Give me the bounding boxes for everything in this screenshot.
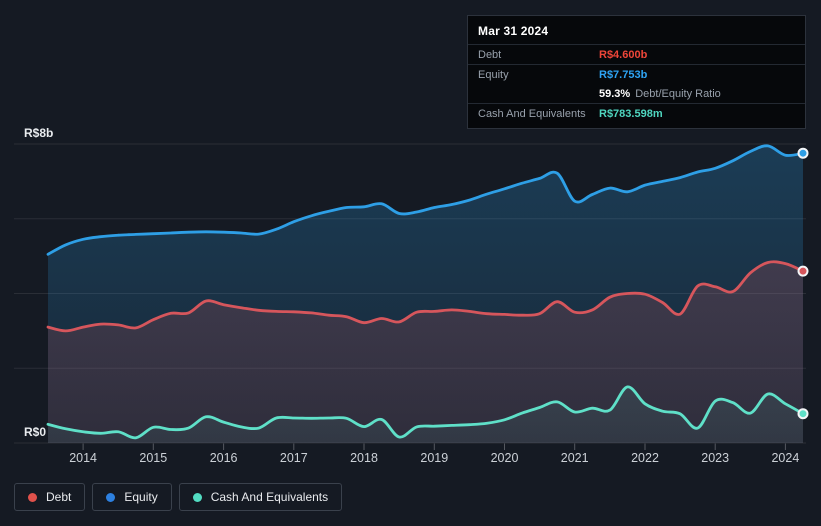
x-tick-label: 2022 [631,451,659,465]
tooltip-date: Mar 31 2024 [478,24,549,38]
x-tick-label: 2016 [210,451,238,465]
cash-dot-icon [192,492,202,502]
tooltip-cash-row: Cash And Equivalents R$783.598m [468,103,805,123]
tooltip-debt-row: Debt R$4.600b [468,44,805,64]
x-tick-label: 2014 [69,451,97,465]
legend-item-cash[interactable]: Cash And Equivalents [178,483,343,511]
tooltip-equity-row: Equity R$7.753b [468,64,805,84]
legend-debt-label: Debt [46,490,72,504]
legend-cash-label: Cash And Equivalents [210,490,329,504]
chart-legend: Debt Equity Cash And Equivalents [14,483,343,511]
chart-tooltip: Mar 31 2024 Debt R$4.600b Equity R$7.753… [467,15,806,129]
tooltip-cash-value: R$783.598m [599,107,663,120]
cash-and-equivalents-end-dot[interactable] [797,408,809,420]
tooltip-debt-label: Debt [478,48,502,61]
equity-dot-icon [106,492,116,502]
y-axis-label: R$8b [24,126,53,140]
x-tick-label: 2019 [420,451,448,465]
legend-equity-label: Equity [124,490,158,504]
x-tick-label: 2015 [139,451,167,465]
x-tick-label: 2018 [350,451,378,465]
x-tick-label: 2020 [491,451,519,465]
debt-equity-history-panel: 2014 2015 2016 2017 2018 2019 2020 2021 2022 2023… [0,0,821,526]
x-tick-label: 2023 [701,451,729,465]
debt-end-dot[interactable] [797,265,809,277]
x-tick-label: 2024 [771,451,799,465]
x-tick-label: 2021 [561,451,589,465]
y-axis-label: R$0 [24,425,46,439]
tooltip-ratio-label: Debt/Equity Ratio [635,87,721,100]
tooltip-debt-value: R$4.600b [599,48,648,61]
tooltip-equity-label: Equity [478,68,509,81]
legend-item-equity[interactable]: Equity [92,483,172,511]
tooltip-ratio-row: 59.3% Debt/Equity Ratio [468,84,805,103]
tooltip-cash-label: Cash And Equivalents [478,107,586,120]
debt-dot-icon [28,492,37,502]
legend-item-debt[interactable]: Debt [14,483,86,511]
x-tick-label: 2017 [280,451,308,465]
tooltip-equity-value: R$7.753b [599,68,648,81]
equity-end-dot[interactable] [797,147,809,159]
tooltip-ratio-value: 59.3% [599,87,631,100]
